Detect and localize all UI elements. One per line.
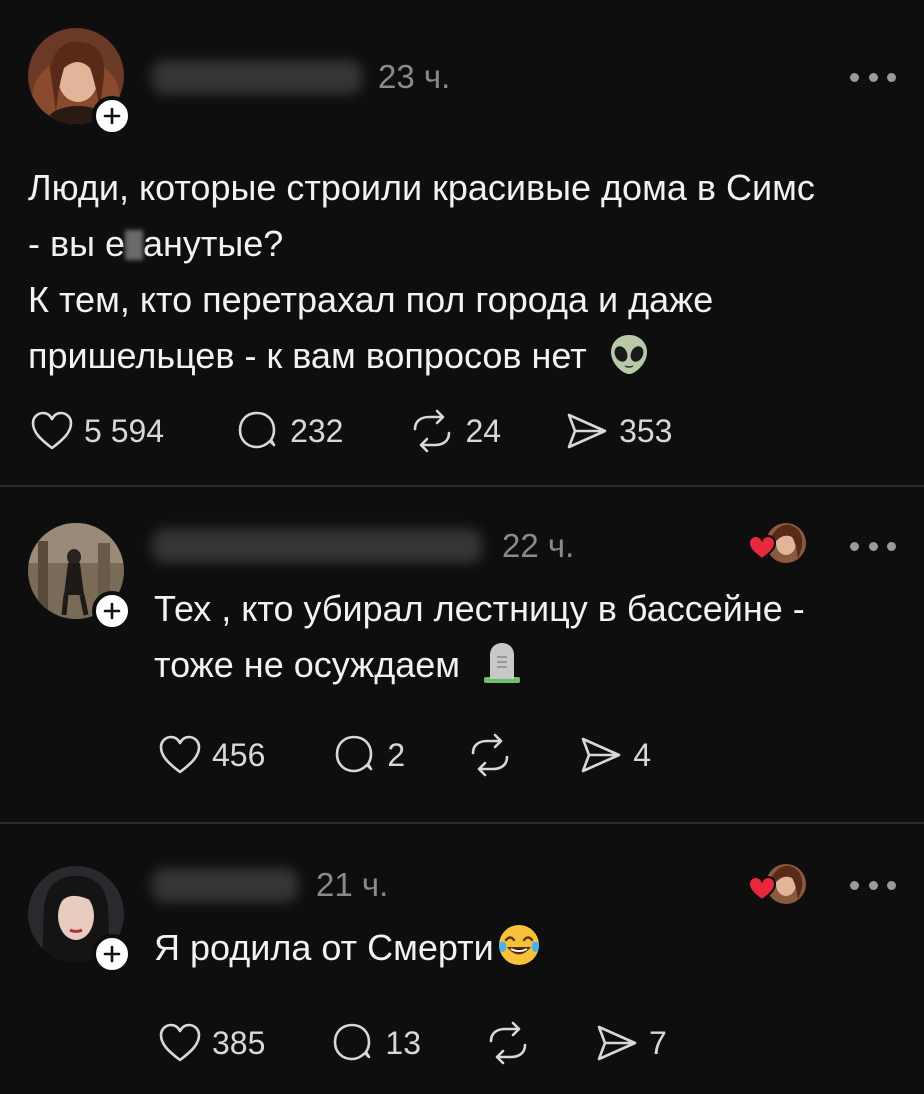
dot-icon [868, 880, 878, 890]
post-text-line: пришельцев - к вам вопросов нет [28, 328, 815, 384]
alien-face-emoji [610, 335, 647, 374]
more-options-button[interactable] [850, 539, 896, 553]
heart-icon [159, 1023, 201, 1062]
author-avatar[interactable] [28, 523, 132, 631]
heart-icon [159, 735, 201, 774]
dot-icon [887, 880, 896, 890]
speech-bubble-icon [336, 735, 373, 773]
reply-button[interactable]: 2 [333, 733, 405, 777]
post-2: 22 ч. Тех , кто убирал лестницу в бассей… [0, 487, 924, 822]
like-count: 385 [212, 1024, 266, 1061]
dot-icon [887, 541, 896, 551]
plus-icon [103, 107, 121, 125]
repost-icon [414, 409, 451, 453]
post-text: Тех , кто убирал лестницу в бассейне - т… [154, 581, 805, 693]
follow-button[interactable] [92, 96, 132, 136]
liked-by-author-icon [747, 864, 806, 904]
post-actions: 5 594 232 24 353 [30, 406, 672, 456]
repost-icon [471, 733, 509, 777]
tears-of-joy-emoji [498, 925, 539, 965]
repost-button[interactable] [467, 733, 513, 777]
like-button[interactable]: 456 [158, 735, 265, 775]
dot-icon [850, 72, 859, 82]
post-text: Люди, которые строили красивые дома в Си… [28, 160, 815, 384]
dot-icon [887, 72, 896, 82]
plus-icon [103, 945, 121, 963]
post-text-line: Люди, которые строили красивые дома в Си… [28, 167, 815, 208]
post-actions: 456 2 4 [158, 730, 651, 780]
share-button[interactable]: 353 [565, 411, 672, 451]
liked-by-author-badge [747, 521, 808, 565]
post-time: 23 ч. [378, 58, 451, 95]
reply-count: 2 [387, 736, 406, 773]
post-1: 23 ч. Люди, которые строили красивые дом… [0, 0, 924, 485]
plus-icon [103, 602, 121, 620]
reply-count: 232 [290, 412, 344, 449]
more-options-button[interactable] [850, 878, 896, 892]
send-icon [567, 413, 607, 449]
more-options-button[interactable] [850, 70, 896, 84]
post-text-line: - вы е анутые? [28, 223, 284, 264]
share-button[interactable]: 7 [595, 1023, 667, 1063]
like-button[interactable]: 385 [158, 1023, 265, 1063]
like-count: 456 [212, 736, 266, 773]
liked-by-author-badge [747, 862, 808, 906]
reply-count: 13 [385, 1024, 421, 1061]
post-text-line: К тем, кто перетрахал пол города и даже [28, 279, 714, 320]
post-time: 22 ч. [502, 527, 575, 564]
author-avatar[interactable] [28, 28, 132, 136]
speech-bubble-icon [238, 411, 276, 449]
follow-button[interactable] [92, 591, 132, 631]
reply-button[interactable]: 13 [331, 1021, 421, 1065]
dot-icon [868, 541, 878, 551]
send-icon [581, 737, 621, 773]
heart-icon [31, 411, 73, 450]
dot-icon [850, 880, 859, 890]
reply-button[interactable]: 232 [236, 409, 343, 453]
post-text-line: тоже не осуждаем [154, 637, 805, 693]
post-text-line: Я родила от Смерти [154, 920, 542, 976]
like-button[interactable]: 5 594 [30, 411, 164, 451]
repost-count: 24 [465, 412, 502, 449]
username-blurred[interactable] [152, 529, 482, 563]
repost-icon [489, 1021, 527, 1065]
liked-by-author-icon [747, 523, 806, 563]
headstone-emoji [484, 643, 521, 683]
post-text-line: Тех , кто убирал лестницу в бассейне - [154, 588, 805, 629]
share-count: 7 [648, 1024, 667, 1061]
dot-icon [850, 541, 859, 551]
repost-button[interactable] [485, 1021, 531, 1065]
share-count: 4 [633, 736, 651, 773]
repost-button[interactable]: 24 [409, 409, 501, 453]
post-text: Я родила от Смерти [154, 920, 542, 976]
share-button[interactable]: 4 [579, 735, 651, 775]
post-3: 21 ч. Я родила от Смерти 385 13 7 [0, 824, 924, 1094]
username-blurred[interactable] [152, 868, 298, 902]
username-blurred[interactable] [152, 60, 362, 94]
dot-icon [868, 72, 878, 82]
post-actions: 385 13 7 [158, 1018, 667, 1068]
censor-block [125, 230, 144, 260]
author-avatar[interactable] [28, 866, 132, 974]
follow-button[interactable] [92, 934, 132, 974]
like-count: 5 594 [84, 412, 165, 449]
speech-bubble-icon [334, 1023, 371, 1061]
post-time: 21 ч. [316, 866, 389, 903]
share-count: 353 [619, 412, 673, 449]
send-icon [597, 1025, 637, 1061]
